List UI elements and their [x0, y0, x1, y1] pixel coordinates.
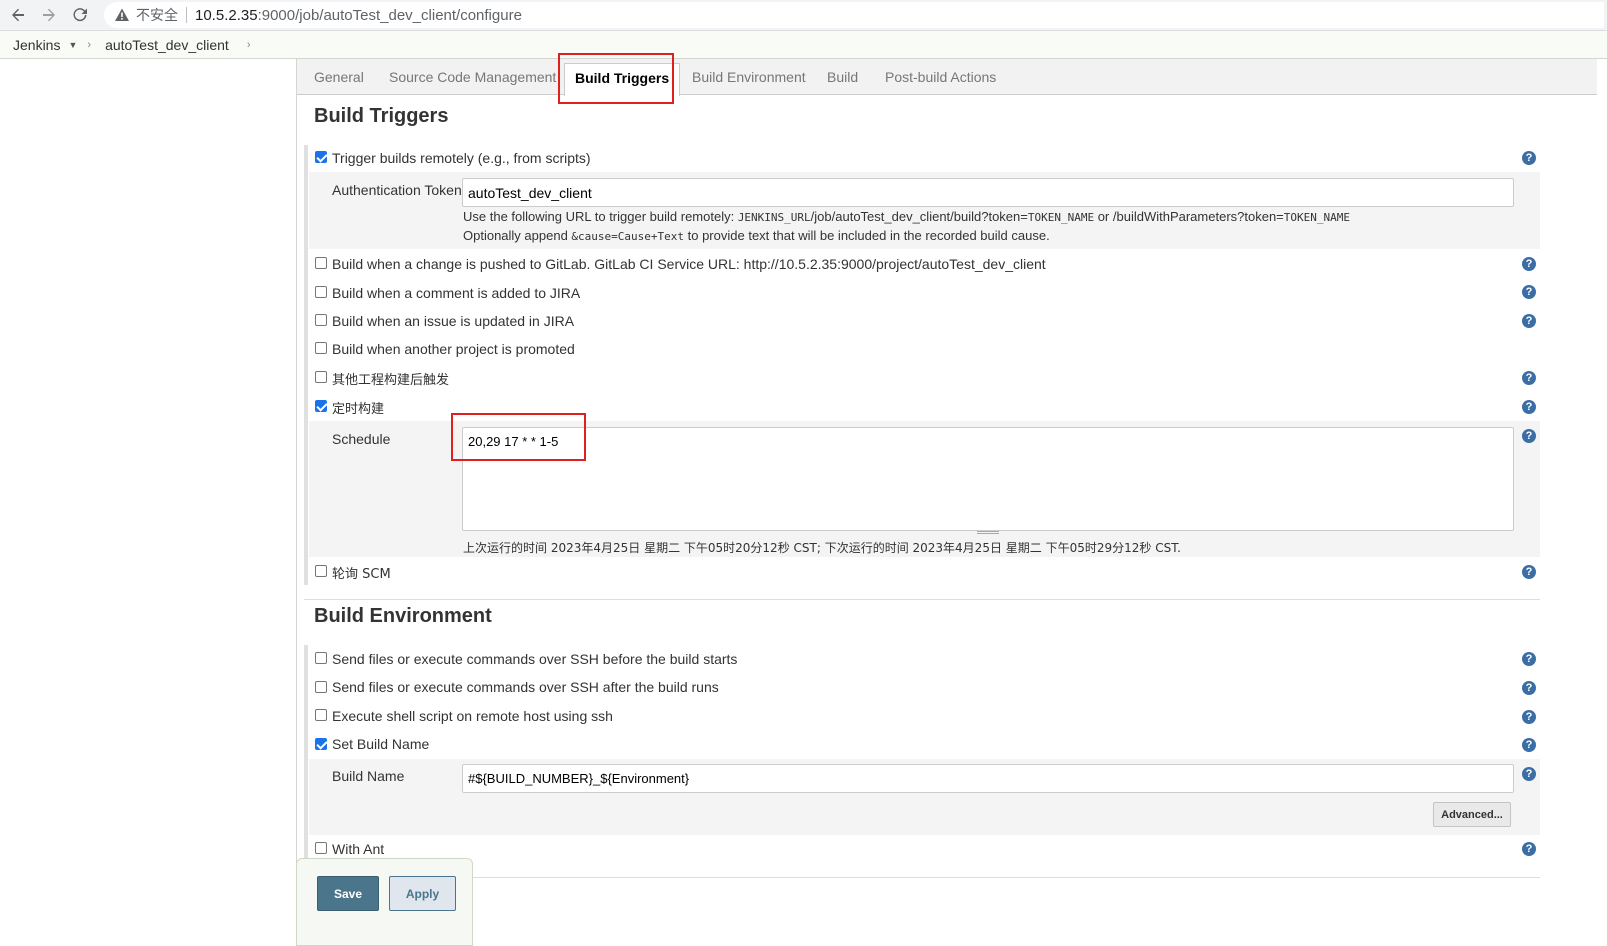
- poll-scm-label: 轮询 SCM: [332, 567, 391, 582]
- remote-url-hint: Use the following URL to trigger build r…: [463, 209, 1350, 224]
- hint-code: TOKEN_NAME: [1283, 211, 1351, 224]
- hint-code: &cause=Cause+Text: [571, 230, 685, 243]
- tab-highlight: [558, 53, 674, 104]
- help-icon[interactable]: ?: [1522, 371, 1536, 385]
- insecure-label: 不安全: [136, 8, 178, 24]
- gitlab-trigger-checkbox[interactable]: [315, 257, 327, 269]
- other-project-label: 其他工程构建后触发: [332, 373, 450, 388]
- promoted-checkbox[interactable]: [315, 342, 327, 354]
- tab-source-code-management[interactable]: Source Code Management: [389, 69, 556, 85]
- help-icon[interactable]: ?: [1522, 710, 1536, 724]
- remote-shell-label: Execute shell script on remote host usin…: [332, 708, 613, 724]
- tab-general[interactable]: General: [314, 69, 364, 85]
- hint-code: TOKEN_NAME: [1027, 211, 1095, 224]
- schedule-highlight: [451, 413, 586, 461]
- ssh-after-label: Send files or execute commands over SSH …: [332, 679, 719, 695]
- jira-comment-label: Build when a comment is added to JIRA: [332, 285, 581, 301]
- poll-scm-checkbox[interactable]: [315, 565, 327, 577]
- jira-comment-checkbox[interactable]: [315, 286, 327, 298]
- reload-icon[interactable]: [69, 4, 91, 26]
- breadcrumb: Jenkins ▼ › autoTest_dev_client ›: [0, 31, 1607, 59]
- back-icon[interactable]: [7, 4, 29, 26]
- trigger-remotely-checkbox[interactable]: [315, 151, 327, 163]
- section-left-bar: [304, 645, 308, 861]
- hint-text: or /buildWithParameters?token=: [1094, 209, 1284, 224]
- chevron-down-icon[interactable]: ▼: [68, 40, 77, 50]
- section-title-build-environment: Build Environment: [314, 605, 492, 627]
- ssh-after-checkbox[interactable]: [315, 681, 327, 693]
- help-icon[interactable]: ?: [1522, 842, 1536, 856]
- help-icon[interactable]: ?: [1522, 429, 1536, 443]
- ssh-before-checkbox[interactable]: [315, 652, 327, 664]
- omnibox-divider: [186, 7, 187, 23]
- help-icon[interactable]: ?: [1522, 652, 1536, 666]
- timer-trigger-checkbox[interactable]: [315, 400, 327, 412]
- breadcrumb-separator-icon: ›: [246, 38, 251, 51]
- breadcrumb-separator-icon: ›: [87, 38, 92, 51]
- with-ant-checkbox[interactable]: [315, 842, 327, 854]
- auth-token-label: Authentication Token: [332, 182, 462, 198]
- help-icon[interactable]: ?: [1522, 738, 1536, 752]
- url-text: 10.5.2.35:9000/job/autoTest_dev_client/c…: [195, 7, 522, 24]
- warning-icon: [115, 8, 129, 21]
- section-left-bar: [304, 145, 308, 585]
- set-build-name-label: Set Build Name: [332, 736, 430, 752]
- help-icon[interactable]: ?: [1522, 681, 1536, 695]
- apply-button[interactable]: Apply: [389, 876, 456, 911]
- tab-build-environment[interactable]: Build Environment: [692, 69, 806, 85]
- hint-code: JENKINS_URL: [737, 211, 811, 224]
- advanced-button[interactable]: Advanced...: [1433, 802, 1511, 827]
- gitlab-trigger-label: Build when a change is pushed to GitLab.…: [332, 256, 1046, 272]
- help-icon[interactable]: ?: [1522, 257, 1536, 271]
- textarea-resize-handle[interactable]: [977, 531, 999, 534]
- promoted-label: Build when another project is promoted: [332, 341, 575, 357]
- ssh-before-label: Send files or execute commands over SSH …: [332, 651, 738, 667]
- browser-toolbar: 不安全 10.5.2.35:9000/job/autoTest_dev_clie…: [0, 0, 1607, 31]
- schedule-textarea[interactable]: 20,29 17 * * 1-5: [462, 427, 1514, 531]
- hint-text: Use the following URL to trigger build r…: [463, 209, 738, 224]
- hint-text: to provide text that will be included in…: [684, 228, 1050, 243]
- help-icon[interactable]: ?: [1522, 400, 1536, 414]
- url-host: 10.5.2.35: [195, 6, 258, 24]
- schedule-run-info: 上次运行的时间 2023年4月25日 星期二 下午05时20分12秒 CST; …: [463, 541, 1181, 555]
- section-divider: [470, 877, 1540, 878]
- jira-issue-label: Build when an issue is updated in JIRA: [332, 313, 575, 329]
- help-icon[interactable]: ?: [1522, 285, 1536, 299]
- section-title-build-triggers: Build Triggers: [314, 105, 449, 127]
- hint-text: Optionally append: [463, 228, 572, 243]
- config-tabs: General Source Code Management Build Tri…: [297, 59, 1597, 96]
- jira-issue-checkbox[interactable]: [315, 314, 327, 326]
- forward-icon[interactable]: [38, 4, 60, 26]
- address-bar[interactable]: 不安全 10.5.2.35:9000/job/autoTest_dev_clie…: [104, 2, 1604, 28]
- help-icon[interactable]: ?: [1522, 151, 1536, 165]
- help-icon[interactable]: ?: [1522, 314, 1536, 328]
- help-icon[interactable]: ?: [1522, 767, 1536, 781]
- build-name-input[interactable]: #${BUILD_NUMBER}_${Environment}: [462, 764, 1514, 793]
- set-build-name-checkbox[interactable]: [315, 738, 327, 750]
- hint-text: /job/autoTest_dev_client/build?token=: [810, 209, 1028, 224]
- trigger-remotely-label: Trigger builds remotely (e.g., from scri…: [332, 150, 591, 166]
- section-divider: [304, 599, 1540, 600]
- remote-cause-hint: Optionally append &cause=Cause+Text to p…: [463, 228, 1050, 243]
- other-project-checkbox[interactable]: [315, 371, 327, 383]
- save-button[interactable]: Save: [317, 876, 379, 911]
- build-name-label: Build Name: [332, 768, 405, 784]
- remote-shell-checkbox[interactable]: [315, 709, 327, 721]
- tab-post-build-actions[interactable]: Post-build Actions: [885, 69, 996, 85]
- schedule-label: Schedule: [332, 431, 391, 447]
- url-path: :9000/job/autoTest_dev_client/configure: [257, 6, 522, 24]
- timer-trigger-label: 定时构建: [332, 402, 385, 417]
- breadcrumb-job[interactable]: autoTest_dev_client: [105, 37, 229, 53]
- with-ant-label: With Ant: [332, 841, 385, 857]
- help-icon[interactable]: ?: [1522, 565, 1536, 579]
- tab-build[interactable]: Build: [827, 69, 858, 85]
- auth-token-input[interactable]: autoTest_dev_client: [462, 178, 1514, 207]
- breadcrumb-jenkins[interactable]: Jenkins: [13, 37, 60, 53]
